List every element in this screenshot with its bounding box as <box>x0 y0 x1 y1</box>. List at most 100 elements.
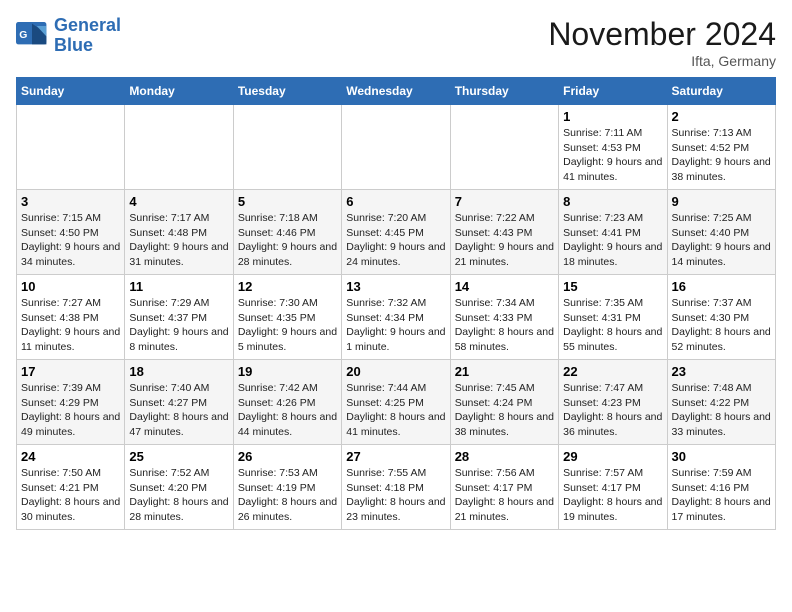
calendar-cell: 17 Sunrise: 7:39 AMSunset: 4:29 PMDayligh… <box>17 360 125 445</box>
day-number: 6 <box>346 194 445 209</box>
day-info: Sunrise: 7:27 AMSunset: 4:38 PMDaylight:… <box>21 296 120 355</box>
day-info: Sunrise: 7:22 AMSunset: 4:43 PMDaylight:… <box>455 211 554 270</box>
logo-text: General Blue <box>54 16 121 56</box>
calendar-cell: 4 Sunrise: 7:17 AMSunset: 4:48 PMDaylight… <box>125 190 233 275</box>
day-info: Sunrise: 7:39 AMSunset: 4:29 PMDaylight:… <box>21 381 120 440</box>
logo-icon: G <box>16 22 48 50</box>
calendar-header-row: SundayMondayTuesdayWednesdayThursdayFrid… <box>17 78 776 105</box>
calendar-week-row: 10 Sunrise: 7:27 AMSunset: 4:38 PMDayligh… <box>17 275 776 360</box>
day-info: Sunrise: 7:53 AMSunset: 4:19 PMDaylight:… <box>238 466 337 525</box>
svg-text:G: G <box>19 30 27 41</box>
calendar-cell: 25Sunrise: 7:52 AMSunset: 4:20 PMDayligh… <box>125 445 233 530</box>
logo: G General Blue <box>16 16 121 56</box>
weekday-header-monday: Monday <box>125 78 233 105</box>
day-info: Sunrise: 7:59 AMSunset: 4:16 PMDaylight:… <box>672 466 771 525</box>
day-number: 4 <box>129 194 228 209</box>
calendar-cell: 10 Sunrise: 7:27 AMSunset: 4:38 PMDayligh… <box>17 275 125 360</box>
day-info: Sunrise: 7:35 AMSunset: 4:31 PMDaylight:… <box>563 296 662 355</box>
day-info: Sunrise: 7:45 AMSunset: 4:24 PMDaylight:… <box>455 381 554 440</box>
day-info: Sunrise: 7:42 AMSunset: 4:26 PMDaylight:… <box>238 381 337 440</box>
calendar-table: SundayMondayTuesdayWednesdayThursdayFrid… <box>16 77 776 530</box>
calendar-week-row: 17 Sunrise: 7:39 AMSunset: 4:29 PMDayligh… <box>17 360 776 445</box>
day-number: 24 <box>21 449 120 464</box>
calendar-cell: 21 Sunrise: 7:45 AMSunset: 4:24 PMDayligh… <box>450 360 558 445</box>
calendar-week-row: 3Sunrise: 7:15 AMSunset: 4:50 PMDaylight… <box>17 190 776 275</box>
day-number: 3 <box>21 194 120 209</box>
day-number: 12 <box>238 279 337 294</box>
day-number: 17 <box>21 364 120 379</box>
day-info: Sunrise: 7:17 AMSunset: 4:48 PMDaylight:… <box>129 211 228 270</box>
day-number: 15 <box>563 279 662 294</box>
calendar-cell: 9 Sunrise: 7:25 AMSunset: 4:40 PMDaylight… <box>667 190 775 275</box>
page-header: G General Blue November 2024 Ifta, Germa… <box>16 16 776 69</box>
day-info: Sunrise: 7:11 AMSunset: 4:53 PMDaylight:… <box>563 126 662 185</box>
day-number: 29 <box>563 449 662 464</box>
day-number: 1 <box>563 109 662 124</box>
calendar-cell <box>342 105 450 190</box>
calendar-cell: 15 Sunrise: 7:35 AMSunset: 4:31 PMDayligh… <box>559 275 667 360</box>
calendar-cell: 29Sunrise: 7:57 AMSunset: 4:17 PMDayligh… <box>559 445 667 530</box>
weekday-header-tuesday: Tuesday <box>233 78 341 105</box>
weekday-header-wednesday: Wednesday <box>342 78 450 105</box>
day-info: Sunrise: 7:20 AMSunset: 4:45 PMDaylight:… <box>346 211 445 270</box>
calendar-cell: 5Sunrise: 7:18 AMSunset: 4:46 PMDaylight… <box>233 190 341 275</box>
location: Ifta, Germany <box>548 53 776 69</box>
calendar-cell: 18 Sunrise: 7:40 AMSunset: 4:27 PMDayligh… <box>125 360 233 445</box>
weekday-header-sunday: Sunday <box>17 78 125 105</box>
calendar-cell: 6 Sunrise: 7:20 AMSunset: 4:45 PMDaylight… <box>342 190 450 275</box>
calendar-cell: 22 Sunrise: 7:47 AMSunset: 4:23 PMDayligh… <box>559 360 667 445</box>
calendar-cell: 14Sunrise: 7:34 AMSunset: 4:33 PMDayligh… <box>450 275 558 360</box>
calendar-cell: 20 Sunrise: 7:44 AMSunset: 4:25 PMDayligh… <box>342 360 450 445</box>
day-number: 21 <box>455 364 554 379</box>
day-number: 2 <box>672 109 771 124</box>
day-number: 16 <box>672 279 771 294</box>
calendar-cell: 11 Sunrise: 7:29 AMSunset: 4:37 PMDayligh… <box>125 275 233 360</box>
day-number: 10 <box>21 279 120 294</box>
day-info: Sunrise: 7:30 AMSunset: 4:35 PMDaylight:… <box>238 296 337 355</box>
calendar-cell: 12 Sunrise: 7:30 AMSunset: 4:35 PMDayligh… <box>233 275 341 360</box>
day-info: Sunrise: 7:52 AMSunset: 4:20 PMDaylight:… <box>129 466 228 525</box>
calendar-cell: 26Sunrise: 7:53 AMSunset: 4:19 PMDayligh… <box>233 445 341 530</box>
day-number: 11 <box>129 279 228 294</box>
day-info: Sunrise: 7:50 AMSunset: 4:21 PMDaylight:… <box>21 466 120 525</box>
calendar-cell: 16 Sunrise: 7:37 AMSunset: 4:30 PMDayligh… <box>667 275 775 360</box>
day-number: 5 <box>238 194 337 209</box>
calendar-cell: 7Sunrise: 7:22 AMSunset: 4:43 PMDaylight… <box>450 190 558 275</box>
day-info: Sunrise: 7:55 AMSunset: 4:18 PMDaylight:… <box>346 466 445 525</box>
calendar-cell: 24 Sunrise: 7:50 AMSunset: 4:21 PMDayligh… <box>17 445 125 530</box>
calendar-cell: 8Sunrise: 7:23 AMSunset: 4:41 PMDaylight… <box>559 190 667 275</box>
day-info: Sunrise: 7:47 AMSunset: 4:23 PMDaylight:… <box>563 381 662 440</box>
day-info: Sunrise: 7:29 AMSunset: 4:37 PMDaylight:… <box>129 296 228 355</box>
weekday-header-friday: Friday <box>559 78 667 105</box>
calendar-cell: 28Sunrise: 7:56 AMSunset: 4:17 PMDayligh… <box>450 445 558 530</box>
calendar-week-row: 24 Sunrise: 7:50 AMSunset: 4:21 PMDayligh… <box>17 445 776 530</box>
calendar-cell: 2Sunrise: 7:13 AMSunset: 4:52 PMDaylight… <box>667 105 775 190</box>
day-number: 22 <box>563 364 662 379</box>
calendar-cell: 23 Sunrise: 7:48 AMSunset: 4:22 PMDayligh… <box>667 360 775 445</box>
day-number: 18 <box>129 364 228 379</box>
calendar-cell: 30Sunrise: 7:59 AMSunset: 4:16 PMDayligh… <box>667 445 775 530</box>
calendar-cell <box>125 105 233 190</box>
day-number: 19 <box>238 364 337 379</box>
day-number: 13 <box>346 279 445 294</box>
calendar-cell <box>233 105 341 190</box>
day-number: 27 <box>346 449 445 464</box>
day-number: 9 <box>672 194 771 209</box>
calendar-cell: 1 Sunrise: 7:11 AMSunset: 4:53 PMDaylight… <box>559 105 667 190</box>
day-info: Sunrise: 7:40 AMSunset: 4:27 PMDaylight:… <box>129 381 228 440</box>
day-number: 23 <box>672 364 771 379</box>
weekday-header-saturday: Saturday <box>667 78 775 105</box>
calendar-cell: 27 Sunrise: 7:55 AMSunset: 4:18 PMDayligh… <box>342 445 450 530</box>
day-info: Sunrise: 7:32 AMSunset: 4:34 PMDaylight:… <box>346 296 445 355</box>
title-area: November 2024 Ifta, Germany <box>548 16 776 69</box>
day-info: Sunrise: 7:37 AMSunset: 4:30 PMDaylight:… <box>672 296 771 355</box>
day-number: 28 <box>455 449 554 464</box>
day-info: Sunrise: 7:25 AMSunset: 4:40 PMDaylight:… <box>672 211 771 270</box>
calendar-cell: 19 Sunrise: 7:42 AMSunset: 4:26 PMDayligh… <box>233 360 341 445</box>
day-number: 20 <box>346 364 445 379</box>
day-info: Sunrise: 7:44 AMSunset: 4:25 PMDaylight:… <box>346 381 445 440</box>
month-title: November 2024 <box>548 16 776 53</box>
day-number: 8 <box>563 194 662 209</box>
calendar-cell <box>450 105 558 190</box>
day-info: Sunrise: 7:48 AMSunset: 4:22 PMDaylight:… <box>672 381 771 440</box>
